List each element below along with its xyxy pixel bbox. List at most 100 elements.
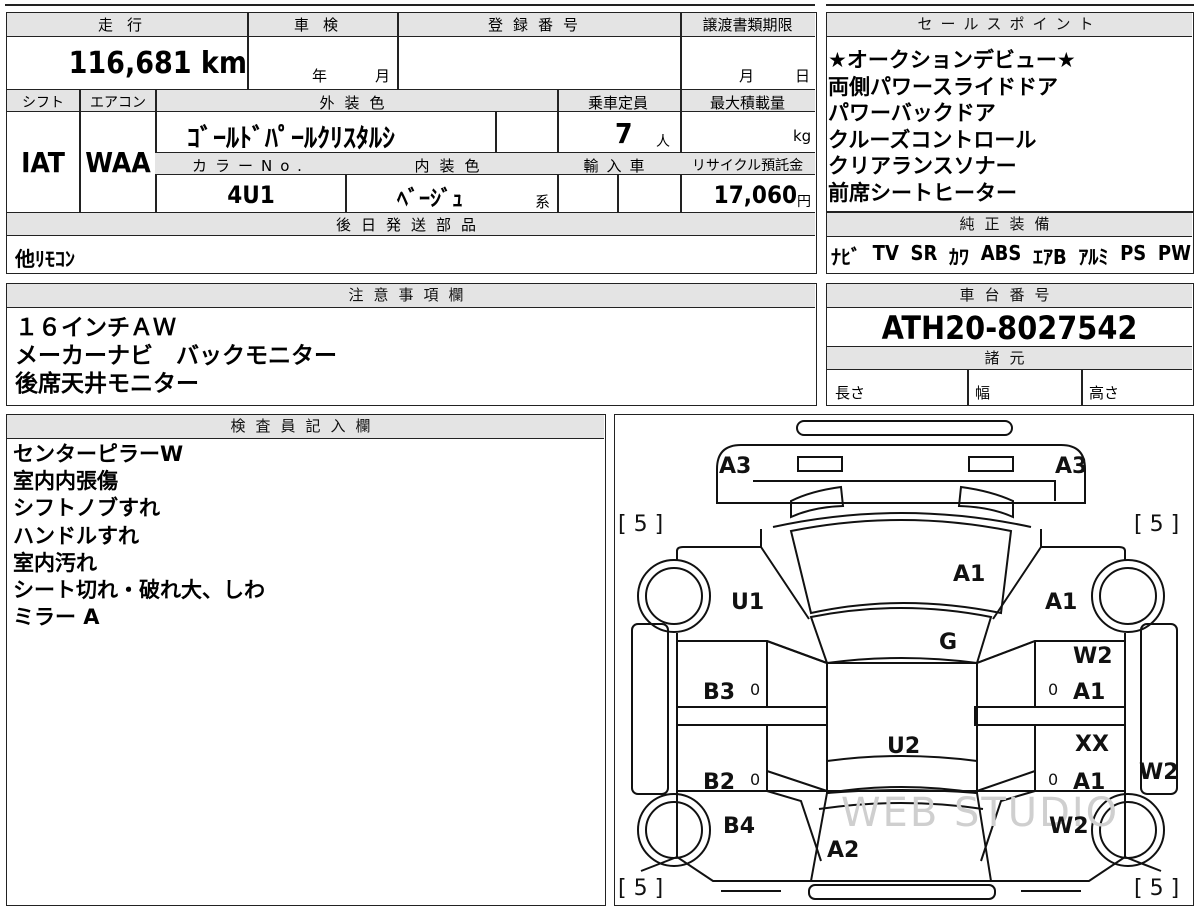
inspector-note-item: ミラー A bbox=[13, 605, 100, 630]
mark-zero-b3: 0 bbox=[750, 680, 760, 699]
interior-color-suffix: 系 bbox=[535, 193, 551, 211]
mark-a1-right-front-door: A1 bbox=[1073, 680, 1105, 705]
registration-label: 登録番号 bbox=[487, 16, 588, 34]
mark-u1-left: U1 bbox=[731, 590, 764, 615]
mileage-label: 走行 bbox=[97, 16, 156, 34]
recycle-fee-unit: 円 bbox=[797, 194, 811, 210]
sales-point-item: 前席シートヒーター bbox=[828, 180, 1017, 205]
genuine-equipment-label: 純正装備 bbox=[827, 213, 1192, 237]
mark-a1-right-rear-door: A1 bbox=[1073, 770, 1105, 795]
mark-a1-right-fender: A1 bbox=[1045, 590, 1077, 615]
notes-label: 注意事項欄 bbox=[7, 284, 815, 308]
inspector-note-item: 室内内張傷 bbox=[13, 469, 118, 494]
equipment-item: ﾅﾋﾞ bbox=[831, 245, 861, 269]
mark-a2-rear: A2 bbox=[827, 838, 859, 863]
mark-a3-left: A3 bbox=[719, 454, 751, 479]
equipment-item: SR bbox=[910, 241, 938, 265]
aircon-label: エアコン bbox=[90, 95, 146, 111]
equipment-item: ｶﾜ bbox=[949, 245, 970, 269]
width-label: 幅 bbox=[975, 384, 991, 402]
exterior-color-label: 外装色 bbox=[319, 94, 395, 112]
vehicle-info-table: 走行 車検 登録番号 譲渡書類期限 116,681 km 年 月 月 日 シフト… bbox=[6, 12, 817, 274]
mileage-value: 116,681 km bbox=[68, 46, 247, 81]
top-clipped-strip bbox=[0, 0, 1200, 6]
mark-a3-right: A3 bbox=[1055, 454, 1087, 479]
mark-g-windshield: G bbox=[939, 630, 957, 655]
inspector-note-item: センターピラーW bbox=[13, 442, 184, 466]
interior-color-value: ﾍﾞｰｼﾞｭ bbox=[397, 187, 464, 212]
sales-points-panel: セールスポイント ★オークションデビュー★ 両側パワースライドドア パワーバック… bbox=[826, 12, 1194, 212]
notes-panel: 注意事項欄 １６インチＡＷ メーカーナビ バックモニター 後席天井モニター bbox=[6, 283, 817, 406]
sales-point-item: パワーバックドア bbox=[828, 101, 996, 126]
inspector-label: 検査員記入欄 bbox=[7, 415, 604, 439]
note-item: 後席天井モニター bbox=[15, 371, 199, 397]
mark-w2-right-side: W2 bbox=[1139, 760, 1179, 785]
sales-point-item: クリアランスソナー bbox=[828, 154, 1017, 179]
genuine-equipment-list: ﾅﾋﾞ TV SR ｶﾜ ABS ｴｱB ｱﾙﾐ PS PW bbox=[831, 241, 1191, 270]
mark-tire-fr: [ 5 ] bbox=[1134, 512, 1179, 537]
capacity-unit: 人 bbox=[656, 134, 670, 150]
inspector-notes-list: センターピラーW 室内内張傷 シフトノブすれ ハンドルすれ 室内汚れ シート切れ… bbox=[13, 441, 265, 631]
recycle-label: リサイクル預託金 bbox=[691, 158, 804, 174]
chassis-number: ATH20-8027542 bbox=[881, 309, 1138, 347]
equipment-item: TV bbox=[872, 241, 899, 265]
mark-w2-front-right: W2 bbox=[1073, 644, 1113, 669]
mark-zero-b2: 0 bbox=[750, 770, 760, 789]
length-label: 長さ bbox=[835, 384, 866, 402]
sales-points-label: セールスポイント bbox=[827, 13, 1192, 37]
sales-points-list: ★オークションデビュー★ 両側パワースライドドア パワーバックドア クルーズコン… bbox=[828, 47, 1076, 207]
height-label: 高さ bbox=[1089, 384, 1120, 402]
equipment-item: PS bbox=[1120, 241, 1147, 265]
color-no-label: カラーNo. bbox=[192, 157, 310, 175]
transfer-day-unit: 日 bbox=[795, 67, 811, 85]
mark-a1-hood: A1 bbox=[953, 562, 985, 587]
note-item: １６インチＡＷ bbox=[15, 315, 176, 341]
sales-point-item: クルーズコントロール bbox=[828, 127, 1037, 152]
max-load-label: 最大積載量 bbox=[709, 94, 785, 112]
inspector-note-item: シフトノブすれ bbox=[13, 496, 160, 521]
genuine-equipment-panel: 純正装備 ﾅﾋﾞ TV SR ｶﾜ ABS ｴｱB ｱﾙﾐ PS PW bbox=[826, 212, 1194, 274]
mark-zero-a1-right: 0 bbox=[1048, 680, 1058, 699]
capacity-value: 7 bbox=[615, 117, 633, 150]
car-damage-diagram: WEB STUDIO A3 A3 [ 5 ] [ 5 ] A1 U1 A1 G … bbox=[618, 420, 1179, 901]
mark-zero-a1-right-rear: 0 bbox=[1048, 770, 1058, 789]
shift-label: シフト bbox=[22, 95, 64, 111]
mark-w2-rear-right: W2 bbox=[1049, 814, 1089, 839]
color-no-value: 4U1 bbox=[227, 181, 275, 209]
chassis-panel: 車台番号 ATH20-8027542 諸元 長さ 幅 高さ bbox=[826, 283, 1194, 406]
exterior-color-value: ｺﾞｰﾙﾄﾞﾊﾟｰﾙｸﾘｽﾀﾙｼ bbox=[187, 124, 396, 154]
mark-xx-right: XX bbox=[1075, 732, 1109, 757]
inspector-note-item: ハンドルすれ bbox=[13, 523, 139, 548]
damage-diagram-panel: WEB STUDIO A3 A3 [ 5 ] [ 5 ] A1 U1 A1 G … bbox=[614, 414, 1194, 906]
equipment-item: ｱﾙﾐ bbox=[1078, 245, 1109, 269]
inspector-note-item: シート切れ・破れ大、しわ bbox=[13, 578, 265, 603]
sales-point-item: ★オークションデビュー★ bbox=[828, 48, 1076, 72]
max-load-unit: kg bbox=[793, 127, 812, 145]
chassis-label: 車台番号 bbox=[827, 284, 1192, 308]
inspector-note-item: 室内汚れ bbox=[13, 550, 97, 575]
equipment-item: PW bbox=[1157, 241, 1191, 265]
mark-b2-left: B2 bbox=[703, 770, 735, 795]
later-parts-label: 後日発送部品 bbox=[335, 216, 486, 234]
sales-point-item: 両側パワースライドドア bbox=[828, 74, 1058, 99]
specs-label: 諸元 bbox=[827, 346, 1192, 370]
inspection-month-unit: 月 bbox=[375, 67, 391, 85]
note-item: メーカーナビ バックモニター bbox=[15, 343, 337, 369]
inspection-year-unit: 年 bbox=[312, 67, 328, 85]
mark-b3-left: B3 bbox=[703, 680, 735, 705]
import-label: 輸入車 bbox=[583, 157, 653, 175]
transfer-month-unit: 月 bbox=[739, 67, 755, 85]
mark-tire-rr: [ 5 ] bbox=[1134, 876, 1179, 901]
later-parts-value: 他ﾘﾓｺﾝ bbox=[15, 247, 75, 271]
transfer-deadline-label: 譲渡書類期限 bbox=[702, 16, 793, 34]
inspection-label: 車検 bbox=[293, 16, 352, 34]
notes-list: １６インチＡＷ メーカーナビ バックモニター 後席天井モニター bbox=[15, 314, 337, 398]
mark-tire-fl: [ 5 ] bbox=[618, 512, 663, 537]
capacity-label: 乗車定員 bbox=[587, 94, 648, 112]
equipment-item: ABS bbox=[980, 241, 1022, 265]
recycle-fee-value: 17,060 bbox=[713, 181, 797, 209]
equipment-item: ｴｱB bbox=[1033, 245, 1067, 269]
mark-b4-left: B4 bbox=[723, 814, 755, 839]
interior-color-label: 内装色 bbox=[414, 157, 490, 175]
shift-value: IAT bbox=[21, 146, 65, 179]
